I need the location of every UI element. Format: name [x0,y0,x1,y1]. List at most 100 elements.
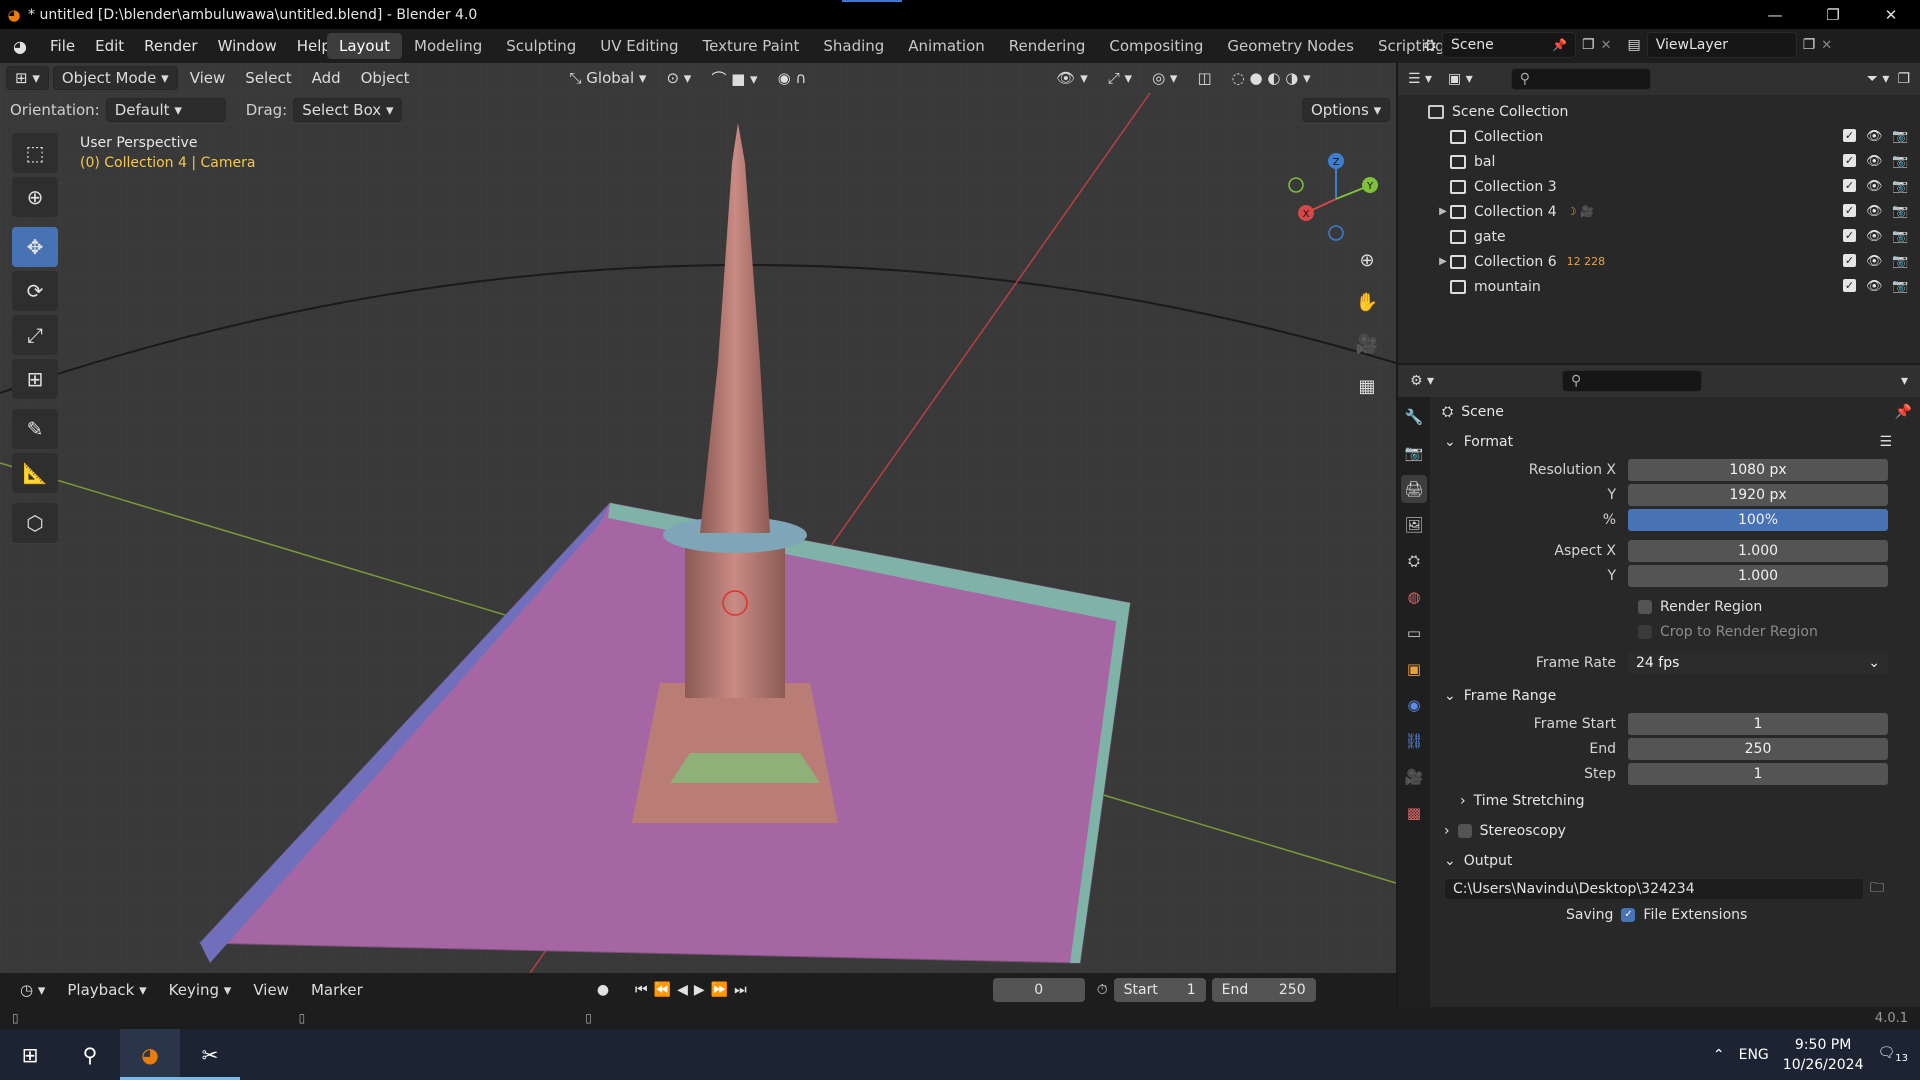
drag-dropdown[interactable]: Select Box ▾ [293,98,403,122]
perspective-toggle-icon[interactable]: ▦ [1350,369,1384,403]
clock[interactable]: 9:50 PM 10/26/2024 [1783,1035,1864,1075]
expand-arrow-icon[interactable]: ▶ [1436,206,1450,217]
eye-icon[interactable]: 👁 [1866,279,1883,294]
eye-icon[interactable]: 👁 [1866,154,1883,169]
eye-icon[interactable]: 👁 [1866,129,1883,144]
delete-scene-icon[interactable]: ✕ [1601,38,1612,53]
minimize-button[interactable]: — [1746,0,1804,29]
stopwatch-icon[interactable]: ⏱ [1097,982,1108,998]
outliner-row-collection[interactable]: Collection ✓ 👁 📷 [1398,124,1920,149]
resolution-percent-slider[interactable]: 100% [1628,508,1888,531]
tab-compositing[interactable]: Compositing [1097,33,1215,59]
crop-region-checkbox[interactable]: Crop to Render Region [1436,619,1912,644]
frame-end-field[interactable]: 250 [1628,737,1888,760]
search-icon[interactable]: ⚲ [60,1029,120,1080]
outliner-row-gate[interactable]: gate ✓ 👁 📷 [1398,224,1920,249]
editor-type-button[interactable]: ⊞ ▾ [6,66,49,90]
eye-icon[interactable]: 👁 [1866,229,1883,244]
tab-uv-editing[interactable]: UV Editing [588,33,690,59]
frame-range-panel-header[interactable]: ⌄ Frame Range [1436,681,1912,711]
render-camera-icon[interactable]: 📷 [1892,229,1908,244]
windows-start-icon[interactable]: ⊞ [0,1029,60,1080]
render-region-checkbox[interactable]: Render Region [1436,594,1912,619]
new-collection-icon[interactable]: ❐ [1897,71,1910,87]
chevron-up-icon[interactable]: ⌃ [1713,1047,1725,1063]
constraints-tab-icon[interactable]: ⛓ [1401,727,1427,755]
zoom-icon[interactable]: ⊕ [1350,243,1384,277]
tab-layout[interactable]: Layout [327,33,402,59]
stereoscopy-panel-header[interactable]: › Stereoscopy [1436,816,1912,846]
tab-texture-paint[interactable]: Texture Paint [691,33,812,59]
outliner-row-collection-6[interactable]: ▶ Collection 6 12 228 ✓ 👁 📷 [1398,249,1920,274]
texture-tab-icon[interactable]: ▩ [1401,799,1427,827]
blender-taskbar-icon[interactable]: ◕ [120,1029,180,1080]
current-frame-field[interactable]: 0 [992,978,1085,1002]
scale-tool-icon[interactable]: ⤢ [12,315,58,355]
overlay-toggle-icon[interactable]: ◎ ▾ [1144,66,1185,90]
playback-menu[interactable]: Playback ▾ [59,978,154,1002]
measure-tool-icon[interactable]: 📐 [12,453,58,493]
eye-icon[interactable]: 👁 [1866,254,1883,269]
scene-collection-row[interactable]: Scene Collection [1398,99,1920,124]
tab-animation[interactable]: Animation [896,33,996,59]
physics-tab-icon[interactable]: ◉ [1401,691,1427,719]
transform-orientation-selector[interactable]: ⤡ Global ▾ [561,66,654,90]
object-menu[interactable]: Object [353,66,418,90]
delete-view-layer-icon[interactable]: ✕ [1821,38,1832,53]
close-button[interactable]: ✕ [1862,0,1920,29]
include-checkbox[interactable]: ✓ [1843,279,1856,292]
display-mode-icon[interactable]: ▣ ▾ [1448,71,1473,87]
timeline-view-menu[interactable]: View [245,978,297,1002]
outliner-row-collection-4[interactable]: ▶ Collection 4 ☽ 🎥 ✓ 👁 📷 [1398,199,1920,224]
resolution-y-field[interactable]: 1920 px [1628,483,1888,506]
tab-rendering[interactable]: Rendering [997,33,1098,59]
render-camera-icon[interactable]: 📷 [1892,204,1908,219]
render-camera-icon[interactable]: 📷 [1892,279,1908,294]
capcut-taskbar-icon[interactable]: ✂ [180,1029,240,1080]
shading-modes-icon[interactable]: ◌ ● ◐ ◑ ▾ [1224,66,1319,90]
prev-keyframe-icon[interactable]: ⏪ [654,982,671,998]
include-checkbox[interactable]: ✓ [1843,254,1856,267]
menu-render[interactable]: Render [134,29,207,63]
marker-menu[interactable]: Marker [303,978,371,1002]
include-checkbox[interactable]: ✓ [1843,154,1856,167]
scene-icon[interactable]: ⛭ [1424,36,1436,54]
expand-arrow-icon[interactable]: ▶ [1436,256,1450,267]
properties-editor-icon[interactable]: ⚙ ▾ [1410,373,1434,389]
visibility-icon[interactable]: 👁 ▾ [1048,66,1095,90]
object-tab-icon[interactable]: ▣ [1401,655,1427,683]
tab-sculpting[interactable]: Sculpting [494,33,588,59]
menu-edit[interactable]: Edit [85,29,134,63]
render-camera-icon[interactable]: 📷 [1892,129,1908,144]
record-icon[interactable]: ● [597,982,609,998]
pan-hand-icon[interactable]: ✋ [1350,285,1384,319]
frame-rate-dropdown[interactable]: 24 fps ⌄ [1628,651,1888,674]
3d-viewport[interactable]: ⊞ ▾ Object Mode ▾ View Select Add Object… [0,63,1396,973]
properties-options-icon[interactable]: ▾ [1901,373,1908,389]
add-menu[interactable]: Add [304,66,349,90]
navigation-gizmo[interactable]: Z Y X [1288,143,1388,253]
end-frame-field[interactable]: End 250 [1211,978,1316,1002]
format-panel-header[interactable]: ⌄ Format ☰ [1436,427,1912,457]
output-path-field[interactable]: C:\Users\Navindu\Desktop\324234 [1444,878,1864,900]
stereoscopy-checkbox[interactable] [1457,824,1472,838]
outliner-row-bal[interactable]: bal ✓ 👁 📷 [1398,149,1920,174]
view-layer-icon[interactable]: ▤ [1627,37,1640,53]
include-checkbox[interactable]: ✓ [1843,129,1856,142]
eye-icon[interactable]: 👁 [1866,204,1883,219]
aspect-y-field[interactable]: 1.000 [1628,564,1888,587]
collection-tab-icon[interactable]: ▭ [1401,619,1427,647]
jump-start-icon[interactable]: ⏮ [635,982,648,998]
tab-modeling[interactable]: Modeling [402,33,494,59]
outliner-row-mountain[interactable]: mountain ✓ 👁 📷 [1398,274,1920,299]
view-layer-tab-icon[interactable]: 🖼 [1401,511,1427,539]
pin-icon[interactable]: 📌 [1895,404,1912,420]
select-menu[interactable]: Select [237,66,299,90]
time-stretching-subpanel[interactable]: › Time Stretching [1436,786,1912,816]
camera-view-icon[interactable]: 🎥 [1350,327,1384,361]
pivot-point-icon[interactable]: ⊙ ▾ [658,66,699,90]
frame-start-field[interactable]: 1 [1628,712,1888,735]
gizmo-toggle-icon[interactable]: ⤢ ▾ [1100,66,1140,90]
include-checkbox[interactable]: ✓ [1843,179,1856,192]
render-camera-icon[interactable]: 📷 [1892,254,1908,269]
